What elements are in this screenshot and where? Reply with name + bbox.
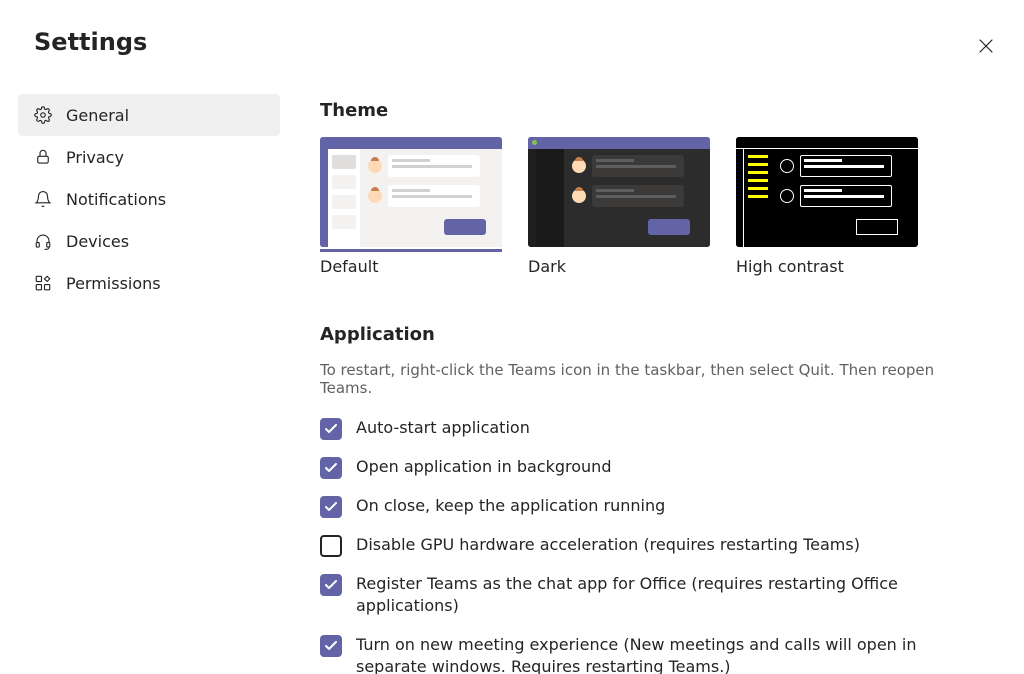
theme-label: Default: [320, 255, 502, 276]
sidebar-item-label: Devices: [66, 232, 129, 251]
close-button[interactable]: [970, 30, 1002, 62]
sidebar-item-label: Notifications: [66, 190, 166, 209]
headset-icon: [32, 232, 54, 250]
page-title: Settings: [34, 28, 147, 56]
checkbox-open-background[interactable]: [320, 457, 342, 479]
theme-row: Default D: [320, 137, 980, 276]
close-icon: [979, 39, 993, 53]
checkbox-register-chat-app[interactable]: [320, 574, 342, 596]
option-label: Register Teams as the chat app for Offic…: [356, 573, 926, 618]
option-label: Disable GPU hardware acceleration (requi…: [356, 534, 860, 556]
option-open-background: Open application in background: [320, 456, 980, 479]
theme-label: High contrast: [736, 255, 918, 276]
settings-content: Theme: [320, 100, 980, 674]
option-keep-running: On close, keep the application running: [320, 495, 980, 518]
application-options: Auto-start application Open application …: [320, 417, 980, 674]
checkbox-new-meeting-experience[interactable]: [320, 635, 342, 657]
option-label: Turn on new meeting experience (New meet…: [356, 634, 926, 674]
option-new-meeting-experience: Turn on new meeting experience (New meet…: [320, 634, 980, 674]
settings-sidebar: General Privacy Notifications Devices Pe…: [18, 94, 280, 304]
theme-heading: Theme: [320, 100, 980, 121]
bell-icon: [32, 190, 54, 208]
option-disable-gpu: Disable GPU hardware acceleration (requi…: [320, 534, 980, 557]
theme-preview-default: [320, 137, 502, 247]
theme-preview-high-contrast: [736, 137, 918, 247]
sidebar-item-label: Privacy: [66, 148, 124, 167]
sidebar-item-general[interactable]: General: [18, 94, 280, 136]
sidebar-item-label: Permissions: [66, 274, 161, 293]
checkbox-keep-running[interactable]: [320, 496, 342, 518]
sidebar-item-devices[interactable]: Devices: [18, 220, 280, 262]
theme-label: Dark: [528, 255, 710, 276]
application-heading: Application: [320, 324, 980, 345]
option-label: Open application in background: [356, 456, 611, 478]
theme-option-dark[interactable]: Dark: [528, 137, 710, 276]
option-register-chat-app: Register Teams as the chat app for Offic…: [320, 573, 980, 618]
sidebar-item-label: General: [66, 106, 129, 125]
theme-preview-dark: [528, 137, 710, 247]
gear-icon: [32, 106, 54, 124]
option-label: On close, keep the application running: [356, 495, 665, 517]
sidebar-item-notifications[interactable]: Notifications: [18, 178, 280, 220]
apps-icon: [32, 274, 54, 292]
theme-option-default[interactable]: Default: [320, 137, 502, 276]
checkbox-auto-start[interactable]: [320, 418, 342, 440]
theme-option-high-contrast[interactable]: High contrast: [736, 137, 918, 276]
sidebar-item-privacy[interactable]: Privacy: [18, 136, 280, 178]
application-description: To restart, right-click the Teams icon i…: [320, 361, 980, 397]
checkbox-disable-gpu[interactable]: [320, 535, 342, 557]
sidebar-item-permissions[interactable]: Permissions: [18, 262, 280, 304]
option-label: Auto-start application: [356, 417, 530, 439]
lock-icon: [32, 148, 54, 166]
option-auto-start: Auto-start application: [320, 417, 980, 440]
